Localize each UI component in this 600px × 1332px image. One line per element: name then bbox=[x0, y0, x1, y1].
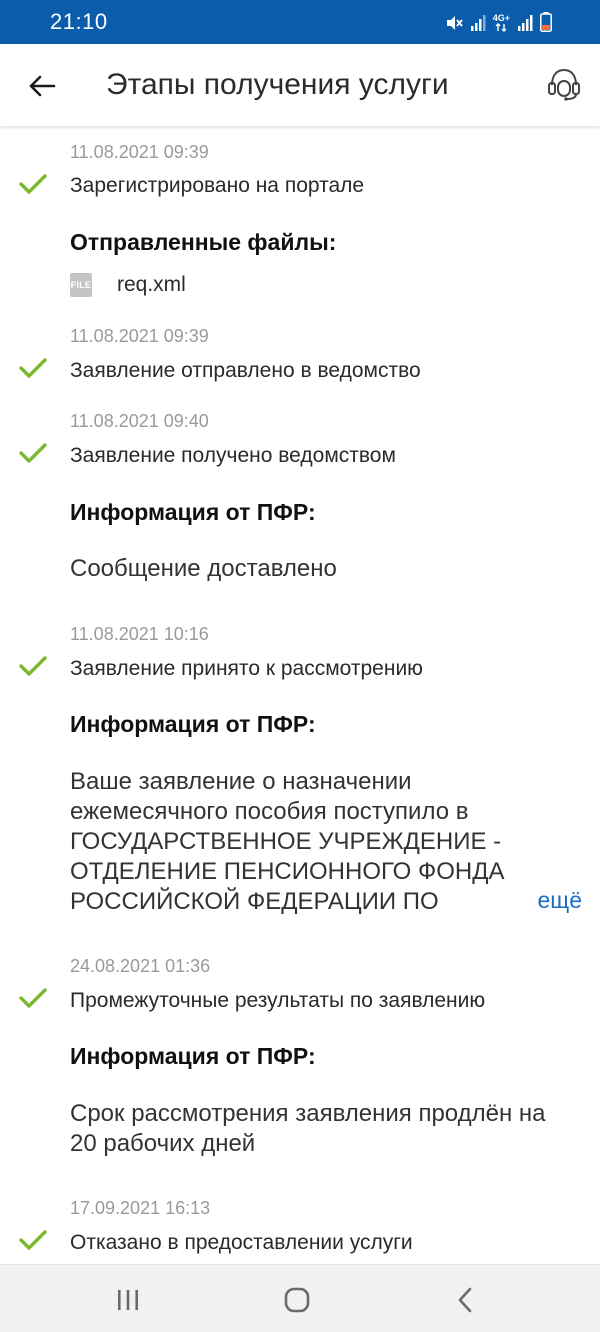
section-heading: Информация от ПФР: bbox=[70, 711, 316, 737]
nav-back-icon bbox=[458, 1287, 472, 1313]
back-button[interactable] bbox=[22, 66, 62, 106]
mute-icon bbox=[445, 14, 463, 32]
file-item[interactable]: FILE req.xml bbox=[70, 273, 370, 299]
step-item: 11.08.2021 09:39 Зарегистрировано на пор… bbox=[0, 126, 600, 326]
check-icon bbox=[19, 1230, 47, 1250]
step-status: Заявление получено ведомством bbox=[70, 444, 396, 467]
check-icon bbox=[19, 988, 47, 1008]
step-status: Зарегистрировано на портале bbox=[70, 174, 365, 197]
headset-icon bbox=[548, 68, 580, 101]
signal-icon-2 bbox=[517, 14, 533, 32]
step-item: 17.09.2021 16:13 Отказано в предоставлен… bbox=[0, 1198, 600, 1264]
step-item: 24.08.2021 01:36 Промежуточные результат… bbox=[0, 956, 600, 1196]
signal-icon bbox=[470, 14, 486, 32]
check-icon bbox=[19, 656, 47, 676]
step-date: 11.08.2021 09:40 bbox=[70, 411, 209, 431]
check-icon bbox=[19, 443, 47, 463]
step-status: Заявление отправлено в ведомство bbox=[70, 359, 421, 382]
step-date: 24.08.2021 01:36 bbox=[70, 956, 211, 976]
step-item: 11.08.2021 09:40 Заявление получено ведо… bbox=[0, 411, 600, 621]
step-date: 11.08.2021 09:39 bbox=[70, 142, 209, 162]
status-bar: 21:10 4G+ bbox=[0, 0, 600, 44]
step-date: 11.08.2021 10:16 bbox=[70, 624, 209, 644]
recents-icon bbox=[118, 1290, 138, 1310]
step-status: Заявление принято к рассмотрению bbox=[70, 657, 423, 680]
step-item: 11.08.2021 10:16 Заявление принято к рас… bbox=[0, 624, 600, 954]
support-button[interactable] bbox=[544, 64, 584, 104]
battery-icon bbox=[540, 12, 552, 32]
step-status: Отказано в предоставлении услуги bbox=[70, 1231, 413, 1254]
status-icons: 4G+ bbox=[445, 12, 552, 32]
page-title: Этапы получения услуги bbox=[106, 68, 449, 101]
home-icon bbox=[284, 1287, 310, 1313]
status-time: 21:10 bbox=[50, 9, 108, 34]
arrow-left-icon bbox=[29, 75, 56, 97]
file-icon: FILE bbox=[70, 273, 92, 297]
nav-back-button[interactable] bbox=[445, 1285, 485, 1315]
step-item: 11.08.2021 09:39 Заявление отправлено в … bbox=[0, 326, 600, 410]
info-text: Ваше заявление о назначении ежемесячного… bbox=[70, 768, 505, 915]
step-status: Промежуточные результаты по заявлению bbox=[70, 989, 486, 1012]
steps-list[interactable]: 11.08.2021 09:39 Зарегистрировано на пор… bbox=[0, 126, 600, 1264]
step-date: 17.09.2021 16:13 bbox=[70, 1198, 211, 1218]
system-nav-bar bbox=[0, 1264, 600, 1332]
screen: 21:10 4G+ Этапы получения услуги 11.08.2… bbox=[0, 0, 600, 1332]
check-icon bbox=[19, 174, 47, 194]
section-heading: Информация от ПФР: bbox=[70, 1043, 316, 1069]
network-type-label: 4G+ bbox=[492, 13, 510, 23]
recents-button[interactable] bbox=[108, 1285, 148, 1315]
more-link[interactable]: ещё bbox=[537, 887, 582, 914]
app-bar: Этапы получения услуги bbox=[0, 44, 600, 126]
step-date: 11.08.2021 09:39 bbox=[70, 326, 209, 346]
home-button[interactable] bbox=[277, 1285, 317, 1315]
section-heading: Информация от ПФР: bbox=[70, 499, 316, 525]
section-heading: Отправленные файлы: bbox=[70, 229, 337, 255]
file-name: req.xml bbox=[117, 273, 186, 296]
network-type-icon: 4G+ bbox=[493, 14, 510, 32]
check-icon bbox=[19, 358, 47, 378]
info-text: Сообщение доставлено bbox=[70, 555, 337, 582]
info-text: Срок рассмотрения заявления продлён на 2… bbox=[70, 1100, 546, 1157]
